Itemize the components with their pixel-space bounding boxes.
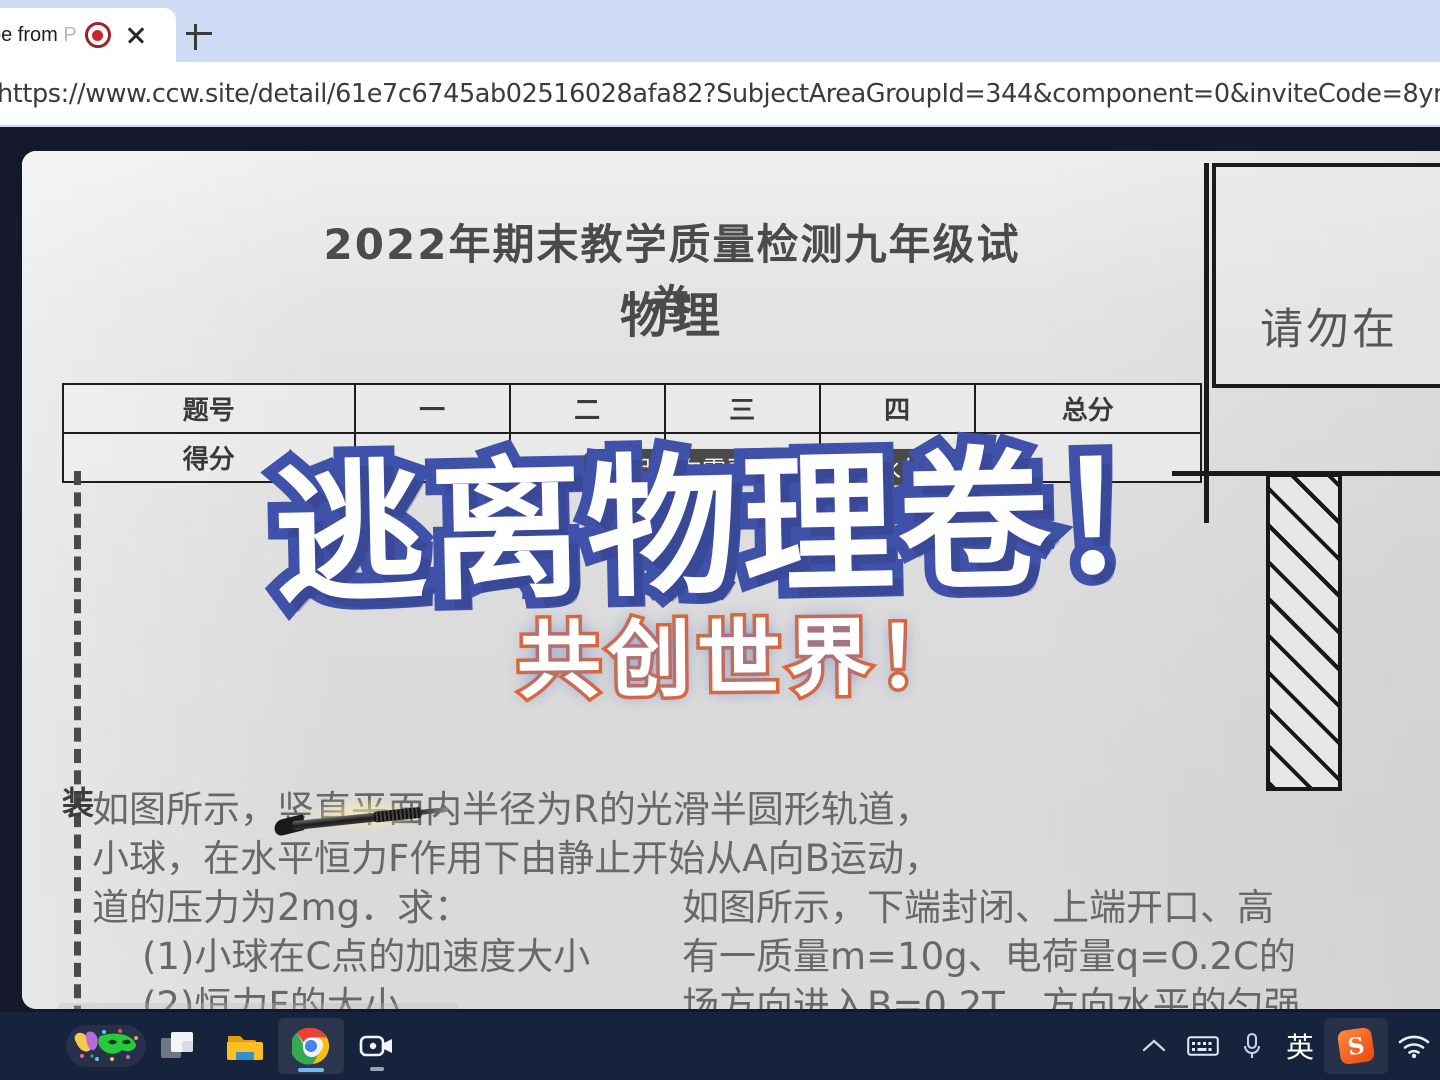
taskbar-item-google-chrome[interactable]	[278, 1018, 344, 1074]
browser-tab[interactable]: pe from P	[0, 8, 176, 62]
table-cell: 二	[508, 383, 666, 434]
task-view-icon	[161, 1030, 197, 1062]
no-write-box-edge	[1204, 163, 1209, 523]
touch-keyboard-button[interactable]	[1178, 1018, 1228, 1074]
microphone-icon	[1241, 1032, 1263, 1060]
browser-window: pe from P https://www.ccw.site/detail/61…	[0, 0, 1440, 1012]
tab-recording-icon[interactable]	[84, 22, 111, 48]
url-text[interactable]: https://www.ccw.site/detail/61e7c6745ab0…	[0, 79, 1440, 109]
player-platform	[58, 1003, 458, 1009]
wifi-icon	[1397, 1033, 1431, 1059]
party-mask-icon	[70, 1026, 142, 1066]
table-cell	[973, 432, 1203, 483]
table-cell: 四	[818, 383, 976, 434]
chevron-up-icon	[1141, 1037, 1167, 1055]
video-camera-icon	[359, 1032, 395, 1060]
ime-mode-button[interactable]: 英	[1276, 1018, 1324, 1074]
no-write-box: 请勿在	[1212, 163, 1440, 388]
table-cell: 题号	[62, 383, 356, 434]
network-button[interactable]	[1388, 1018, 1440, 1074]
problem-line: 道的压力为2mg．求：	[92, 886, 472, 929]
table-cell: 得分	[62, 432, 356, 483]
hint-bubble: 看起来你需要一支还没断水的笔	[580, 449, 974, 485]
table-row: 题号 一 二 三 四 总分	[62, 383, 1203, 434]
system-tray: 英 S	[1130, 1018, 1440, 1074]
table-cell: 总分	[973, 383, 1203, 434]
problem-line: (1)小球在C点的加速度大小	[142, 935, 591, 978]
exam-subject: 物理	[619, 288, 724, 344]
game-canvas[interactable]: 2022年期末教学质量检测九年级试卷 物理 请勿在 题号 一 二 三 四 总分 …	[22, 151, 1440, 1009]
microphone-button[interactable]	[1228, 1018, 1276, 1074]
ime-mode-label: 英	[1285, 1031, 1314, 1064]
table-cell: 三	[663, 383, 821, 434]
diagram-hatched-wall	[1266, 473, 1342, 791]
show-hidden-icons-button[interactable]	[1130, 1018, 1178, 1074]
game-viewport[interactable]: 2022年期末教学质量检测九年级试卷 物理 请勿在 题号 一 二 三 四 总分 …	[0, 127, 1440, 1012]
taskbar-item-party-mask[interactable]	[66, 1025, 146, 1067]
table-cell	[353, 432, 511, 483]
problem-line: 场方向进入B=0.2T，方向水平的匀强	[682, 984, 1301, 1009]
seal-dashed-line	[74, 471, 81, 1009]
folder-icon	[226, 1030, 264, 1062]
taskbar-item-task-view[interactable]	[146, 1018, 212, 1074]
taskbar: 英 S	[0, 1012, 1440, 1080]
problem-line: 如图所示，竖直平面内半径为R的光滑半圆形轨道，	[92, 788, 932, 831]
new-tab-button[interactable]	[182, 16, 216, 50]
problem-line: 小球，在水平恒力F作用下由静止开始从A向B运动，	[92, 837, 941, 880]
sogou-ime-button[interactable]: S	[1324, 1018, 1388, 1074]
taskbar-item-file-explorer[interactable]	[212, 1018, 278, 1074]
taskbar-apps	[66, 1018, 410, 1074]
table-cell: 一	[353, 383, 511, 434]
omnibox[interactable]: https://www.ccw.site/detail/61e7c6745ab0…	[0, 62, 1440, 126]
tab-title: pe from P	[0, 23, 77, 46]
tab-strip: pe from P	[0, 0, 1440, 62]
problem-line: 如图所示，下端封闭、上端开口、高	[682, 886, 1274, 929]
keyboard-icon	[1187, 1035, 1219, 1057]
taskbar-item-screen-recorder[interactable]	[344, 1018, 410, 1074]
no-write-label: 请勿在	[1260, 305, 1398, 355]
seal-label: 装	[62, 784, 95, 822]
chrome-icon	[292, 1027, 330, 1065]
sogou-ime-icon: S	[1336, 1026, 1376, 1066]
problem-line: 有一质量m=10g、电荷量q=O.2C的	[682, 935, 1296, 978]
close-icon[interactable]	[121, 20, 151, 50]
